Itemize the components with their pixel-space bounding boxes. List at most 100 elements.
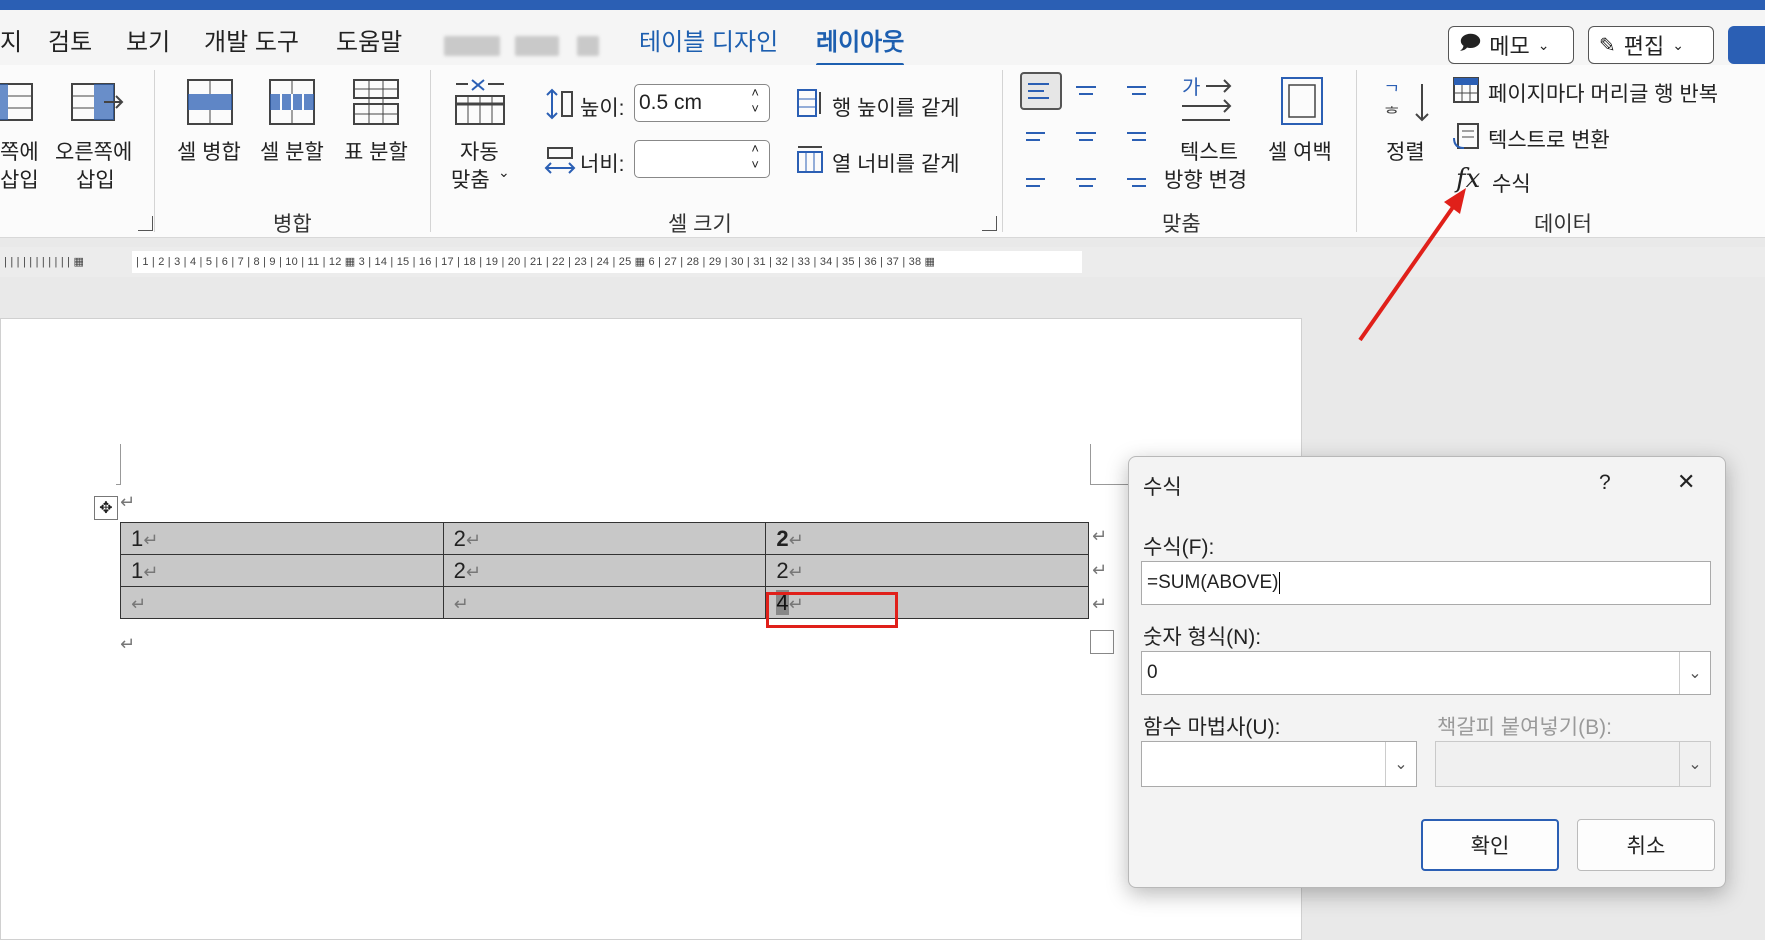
merge-cells-label[interactable]: 셀 병합 [177, 136, 241, 166]
formula-label: 수식(F): [1143, 536, 1215, 559]
spin-down-icon[interactable]: ˅ [751, 101, 759, 116]
convert-to-text-icon[interactable] [1452, 122, 1482, 152]
tab-partial[interactable]: 지 [0, 22, 22, 57]
align-bottom-center-button[interactable] [1068, 166, 1104, 198]
text-direction-label2[interactable]: 방향 변경 [1164, 164, 1247, 194]
close-icon[interactable]: ✕ [1677, 469, 1695, 495]
align-middle-right-button[interactable] [1116, 120, 1152, 152]
insert-right-label2: 삽입 [76, 169, 115, 192]
help-button[interactable]: ? [1599, 471, 1611, 495]
paragraph-mark: ↵ [120, 634, 136, 654]
chevron-down-icon[interactable]: ⌄ [1385, 742, 1416, 786]
document-page[interactable] [0, 318, 1302, 940]
tab-view[interactable]: 보기 [126, 22, 170, 57]
tab-help[interactable]: 도움말 [336, 22, 402, 57]
align-top-center-button[interactable] [1068, 74, 1104, 106]
formula-value: =SUM(ABOVE) [1147, 572, 1279, 593]
table-move-handle-icon[interactable]: ✥ [94, 496, 118, 520]
blurred-tab [577, 36, 599, 56]
table-cell[interactable]: 2↵ [442, 522, 767, 555]
insert-right-icon[interactable] [70, 80, 126, 124]
margin-corner-mark [116, 444, 121, 485]
distribute-rows-label[interactable]: 행 높이를 같게 [832, 92, 960, 122]
editing-mode-button[interactable]: ✎ 편집 ⌄ [1588, 26, 1714, 64]
ribbon-tab-bar: 지 검토 보기 개발 도구 도움말 테이블 디자인 레이아웃 🗩 메모 ⌄ ✎ … [0, 10, 1765, 67]
margin-corner-mark [1090, 444, 1131, 485]
highlight-box [766, 592, 898, 628]
cell-margins-label[interactable]: 셀 여백 [1268, 136, 1332, 166]
group-label-data: 데이터 [1534, 213, 1592, 236]
paste-function-dropdown[interactable]: ⌄ [1141, 741, 1417, 787]
tab-developer[interactable]: 개발 도구 [204, 22, 299, 57]
text-direction-icon[interactable]: 가 [1180, 74, 1236, 126]
split-cells-icon[interactable] [268, 78, 316, 126]
split-table-icon[interactable] [352, 78, 400, 126]
formula-input[interactable]: =SUM(ABOVE) [1141, 561, 1711, 605]
ok-button[interactable]: 확인 [1421, 819, 1559, 871]
cell-size-launcher-icon[interactable] [982, 216, 997, 231]
sort-label[interactable]: 정렬 [1386, 136, 1425, 166]
row-end-mark: ↵ [1092, 594, 1108, 614]
comments-button[interactable]: 🗩 메모 ⌄ [1448, 26, 1574, 64]
svg-text:ᄀ: ᄀ [1384, 83, 1400, 103]
formula-button-label[interactable]: 수식 [1492, 168, 1531, 198]
distribute-columns-label[interactable]: 열 너비를 같게 [832, 148, 960, 178]
repeat-header-rows-label[interactable]: 페이지마다 머리글 행 반복 [1488, 78, 1718, 108]
align-bottom-right-button[interactable] [1116, 166, 1152, 198]
table-cell[interactable]: 2↵ [442, 554, 767, 587]
tab-table-design[interactable]: 테이블 디자인 [639, 22, 778, 57]
share-button[interactable] [1728, 26, 1765, 64]
table-row: 1↵ 2↵ 2↵ [120, 554, 1089, 587]
split-cells-label[interactable]: 셀 분할 [260, 136, 324, 166]
row-height-input[interactable]: 0.5 cm ˄ ˅ [634, 84, 770, 122]
group-separator [154, 70, 155, 232]
spin-up-icon[interactable]: ˄ [751, 85, 759, 100]
column-width-input[interactable]: ˄ ˅ [634, 140, 770, 178]
table-cell[interactable]: 2↵ [765, 554, 1089, 587]
align-top-left-button[interactable] [1020, 72, 1062, 110]
distribute-columns-icon[interactable] [796, 144, 824, 174]
table-cell[interactable]: 1↵ [120, 522, 444, 555]
ruler-left-margin: | | | | | | | | | | | ▦ [4, 256, 85, 268]
width-label: 너비: [580, 153, 625, 176]
convert-to-text-label[interactable]: 텍스트로 변환 [1488, 124, 1610, 154]
sort-icon[interactable]: ᄀ ᄒ [1382, 80, 1434, 124]
cancel-button[interactable]: 취소 [1577, 819, 1715, 871]
table-cell[interactable]: 1↵ [120, 554, 444, 587]
spin-up-icon[interactable]: ˄ [751, 141, 759, 156]
table-resize-handle-icon[interactable] [1090, 630, 1114, 654]
spin-down-icon[interactable]: ˅ [751, 157, 759, 172]
autofit-label2[interactable]: 맞춤 [451, 164, 490, 194]
align-middle-center-button[interactable] [1068, 120, 1104, 152]
table-cell[interactable]: ↵ [442, 586, 767, 619]
cell-margins-icon[interactable] [1280, 76, 1324, 126]
merge-cells-icon[interactable] [186, 78, 234, 126]
document-table[interactable]: 1↵ 2↵ 2↵ 1↵ 2↵ 2↵ ↵ ↵ 4↵ [120, 522, 1089, 619]
text-direction-label[interactable]: 텍스트 [1180, 136, 1238, 166]
chevron-down-icon: ⌄ [1672, 36, 1684, 53]
split-table-label[interactable]: 표 분할 [344, 136, 408, 166]
align-top-right-button[interactable] [1116, 74, 1152, 106]
autofit-label[interactable]: 자동 [460, 136, 499, 166]
table-cell[interactable]: 2↵ [765, 522, 1089, 555]
align-middle-left-button[interactable] [1020, 120, 1056, 152]
align-bottom-left-button[interactable] [1020, 166, 1056, 198]
chevron-down-icon[interactable]: ⌄ [1679, 652, 1710, 694]
rows-columns-launcher-icon[interactable] [138, 216, 153, 231]
insert-left-icon[interactable] [0, 80, 36, 124]
table-cell[interactable]: ↵ [120, 586, 444, 619]
table-row: 1↵ 2↵ 2↵ [120, 522, 1089, 555]
paste-bookmark-label: 책갈피 붙여넣기(B): [1437, 716, 1612, 739]
svg-text:가: 가 [1182, 75, 1200, 99]
horizontal-ruler[interactable]: | 1 | 2 | 3 | 4 | 5 | 6 | 7 | 8 | 9 | 10… [0, 247, 1765, 277]
paste-function-label: 함수 마법사(U): [1143, 716, 1281, 739]
repeat-header-rows-icon[interactable] [1452, 76, 1482, 106]
number-format-combobox[interactable]: 0 ⌄ [1141, 651, 1711, 695]
tab-layout[interactable]: 레이아웃 [816, 22, 905, 67]
autofit-icon[interactable] [454, 76, 508, 126]
tab-review[interactable]: 검토 [48, 22, 92, 57]
distribute-rows-icon[interactable] [796, 88, 824, 118]
formula-dialog[interactable]: 수식 ? ✕ 수식(F): =SUM(ABOVE) 숫자 형식(N): 0 ⌄ … [1128, 456, 1726, 888]
chevron-down-icon: ⌄ [498, 164, 510, 180]
insert-left-label2: 삽입 [0, 169, 39, 192]
